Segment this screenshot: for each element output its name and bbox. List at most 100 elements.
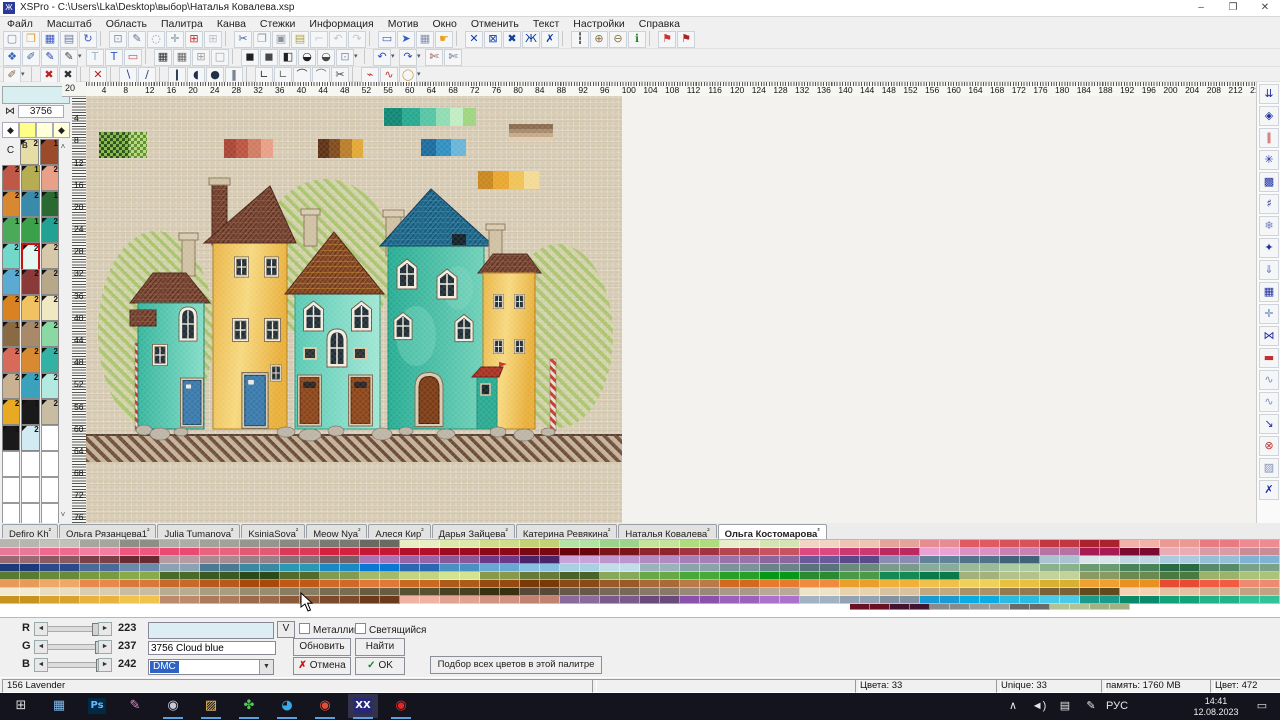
catalog-color-cell[interactable] — [300, 564, 320, 572]
catalog-color-cell[interactable] — [80, 556, 100, 564]
catalog-color-cell[interactable] — [1220, 572, 1240, 580]
catalog-color-cell[interactable] — [1000, 588, 1020, 596]
minimize-button[interactable]: – — [1186, 0, 1216, 16]
metallic-checkbox[interactable]: Металлик — [299, 623, 358, 636]
catalog-color-cell[interactable] — [880, 548, 900, 556]
catalog-color-cell[interactable] — [560, 548, 580, 556]
catalog-color-cell[interactable] — [740, 580, 760, 588]
swatch-cell[interactable]: 1 — [21, 165, 39, 191]
catalog-color-cell[interactable] — [1040, 596, 1060, 604]
catalog-color-cell[interactable] — [580, 556, 600, 564]
catalog-color-cell[interactable] — [1260, 548, 1280, 556]
dashed-frame-button[interactable]: ▭ — [124, 49, 142, 66]
catalog-color-cell[interactable] — [870, 604, 890, 610]
catalog-color-cell[interactable] — [600, 548, 620, 556]
catalog-color-cell[interactable] — [400, 580, 420, 588]
catalog-color-cell[interactable] — [820, 564, 840, 572]
catalog-color-cell[interactable] — [860, 580, 880, 588]
catalog-color-cell[interactable] — [400, 572, 420, 580]
catalog-color-cell[interactable] — [1240, 580, 1260, 588]
catalog-color-cell[interactable] — [1020, 564, 1040, 572]
swatch-cell[interactable]: 2 — [41, 373, 59, 399]
catalog-color-cell[interactable] — [900, 580, 920, 588]
catalog-color-cell[interactable] — [260, 556, 280, 564]
catalog-color-cell[interactable] — [700, 564, 720, 572]
v-button[interactable]: V — [277, 621, 295, 638]
catalog-color-cell[interactable] — [420, 556, 440, 564]
catalog-color-cell[interactable] — [980, 564, 1000, 572]
catalog-color-cell[interactable] — [120, 588, 140, 596]
catalog-color-cell[interactable] — [1100, 540, 1120, 548]
catalog-color-cell[interactable] — [220, 540, 240, 548]
catalog-color-cell[interactable] — [160, 580, 180, 588]
catalog-color-cell[interactable] — [840, 580, 860, 588]
catalog-color-cell[interactable] — [1120, 572, 1140, 580]
menu-item-11[interactable]: Настройки — [566, 17, 632, 31]
catalog-color-cell[interactable] — [1060, 580, 1080, 588]
catalog-color-cell[interactable] — [280, 564, 300, 572]
catalog-color-cell[interactable] — [280, 596, 300, 604]
catalog-color-cell[interactable] — [980, 548, 1000, 556]
redo-button[interactable]: ↷ — [399, 49, 417, 66]
knife-tool-button[interactable]: ✐ — [22, 49, 40, 66]
menu-item-6[interactable]: Информация — [302, 17, 380, 31]
swatch-empty[interactable] — [41, 451, 59, 477]
catalog-color-cell[interactable] — [400, 540, 420, 548]
catalog-color-cell[interactable] — [1020, 548, 1040, 556]
catalog-color-cell[interactable] — [340, 596, 360, 604]
catalog-color-cell[interactable] — [1220, 540, 1240, 548]
paste-special-button[interactable]: ▤ — [291, 31, 309, 48]
catalog-color-cell[interactable] — [1080, 588, 1100, 596]
notification-icon[interactable]: ▭ — [1250, 693, 1274, 720]
catalog-color-cell[interactable] — [1240, 588, 1260, 596]
catalog-color-cell[interactable] — [860, 588, 880, 596]
catalog-color-cell[interactable] — [960, 564, 980, 572]
catalog-color-cell[interactable] — [20, 564, 40, 572]
catalog-color-cell[interactable] — [0, 580, 20, 588]
pattern-canvas[interactable] — [86, 96, 622, 523]
hourglass-stitch-button[interactable]: ⋈ — [1259, 326, 1279, 346]
catalog-color-cell[interactable] — [960, 572, 980, 580]
catalog-color-cell[interactable] — [940, 596, 960, 604]
catalog-color-cell[interactable] — [640, 540, 660, 548]
catalog-color-cell[interactable] — [0, 548, 20, 556]
catalog-color-cell[interactable] — [780, 540, 800, 548]
lasso-button[interactable]: ◌ — [147, 31, 165, 48]
catalog-color-cell[interactable] — [940, 556, 960, 564]
pattern-tab-9[interactable]: Ольга Костомарова² — [718, 524, 827, 539]
catalog-color-cell[interactable] — [580, 572, 600, 580]
scroll-down-icon[interactable]: ˅ — [58, 510, 68, 519]
dense-cross-button[interactable]: ▩ — [1259, 172, 1279, 192]
catalog-color-cell[interactable] — [720, 572, 740, 580]
revert-button[interactable]: ↻ — [79, 31, 97, 48]
grid-dark-button[interactable]: ▦ — [154, 49, 172, 66]
save-file-button[interactable]: ▦ — [41, 31, 59, 48]
catalog-color-cell[interactable] — [1100, 556, 1120, 564]
swatch-cell[interactable]: 2 — [2, 165, 20, 191]
catalog-color-cell[interactable] — [380, 564, 400, 572]
catalog-color-cell[interactable] — [600, 580, 620, 588]
catalog-color-cell[interactable] — [1180, 548, 1200, 556]
catalog-color-cell[interactable] — [680, 540, 700, 548]
swatch-cell[interactable]: 2 — [2, 243, 20, 269]
catalog-color-cell[interactable] — [600, 588, 620, 596]
catalog-color-cell[interactable] — [220, 564, 240, 572]
catalog-color-cell[interactable] — [140, 580, 160, 588]
properties-button[interactable]: ▦ — [416, 31, 434, 48]
catalog-color-cell[interactable] — [300, 572, 320, 580]
catalog-color-cell[interactable] — [460, 596, 480, 604]
catalog-color-cell[interactable] — [460, 588, 480, 596]
catalog-color-cell[interactable] — [1020, 572, 1040, 580]
catalog-color-cell[interactable] — [940, 588, 960, 596]
swatch-cell[interactable]: 2 — [41, 217, 59, 243]
catalog-color-cell[interactable] — [20, 572, 40, 580]
catalog-color-cell[interactable] — [320, 548, 340, 556]
catalog-color-cell[interactable] — [260, 572, 280, 580]
catalog-color-cell[interactable] — [480, 588, 500, 596]
catalog-color-cell[interactable] — [1260, 588, 1280, 596]
grid-mid-button[interactable]: ▦ — [173, 49, 191, 66]
catalog-color-cell[interactable] — [220, 548, 240, 556]
taskbar-telegram-icon[interactable]: ◕ — [272, 694, 302, 718]
catalog-color-cell[interactable] — [600, 556, 620, 564]
catalog-color-cell[interactable] — [400, 548, 420, 556]
